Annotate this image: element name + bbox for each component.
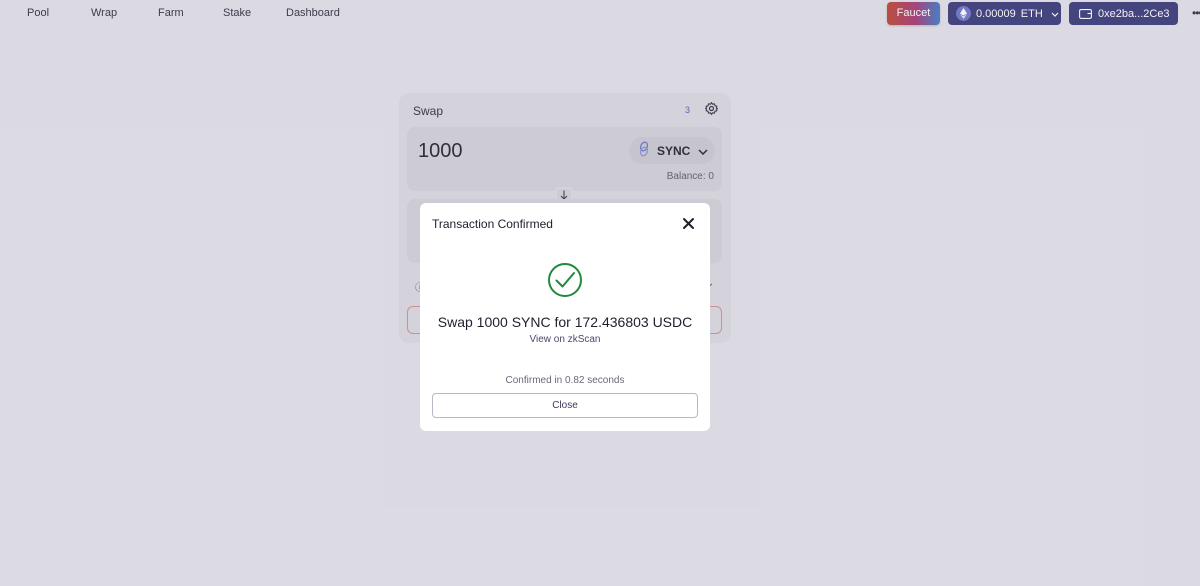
confirmation-time: Confirmed in 0.82 seconds bbox=[505, 375, 625, 386]
view-on-explorer-link[interactable]: View on zkScan bbox=[420, 334, 710, 345]
transaction-message: Swap 1000 SYNC for 172.436803 USDC bbox=[437, 314, 693, 330]
check-circle-icon bbox=[547, 262, 583, 303]
close-icon[interactable] bbox=[682, 217, 695, 235]
transaction-modal: Transaction Confirmed Swap 1000 SYNC for… bbox=[420, 203, 710, 431]
close-button[interactable]: Close bbox=[432, 393, 698, 418]
modal-title: Transaction Confirmed bbox=[432, 217, 553, 231]
